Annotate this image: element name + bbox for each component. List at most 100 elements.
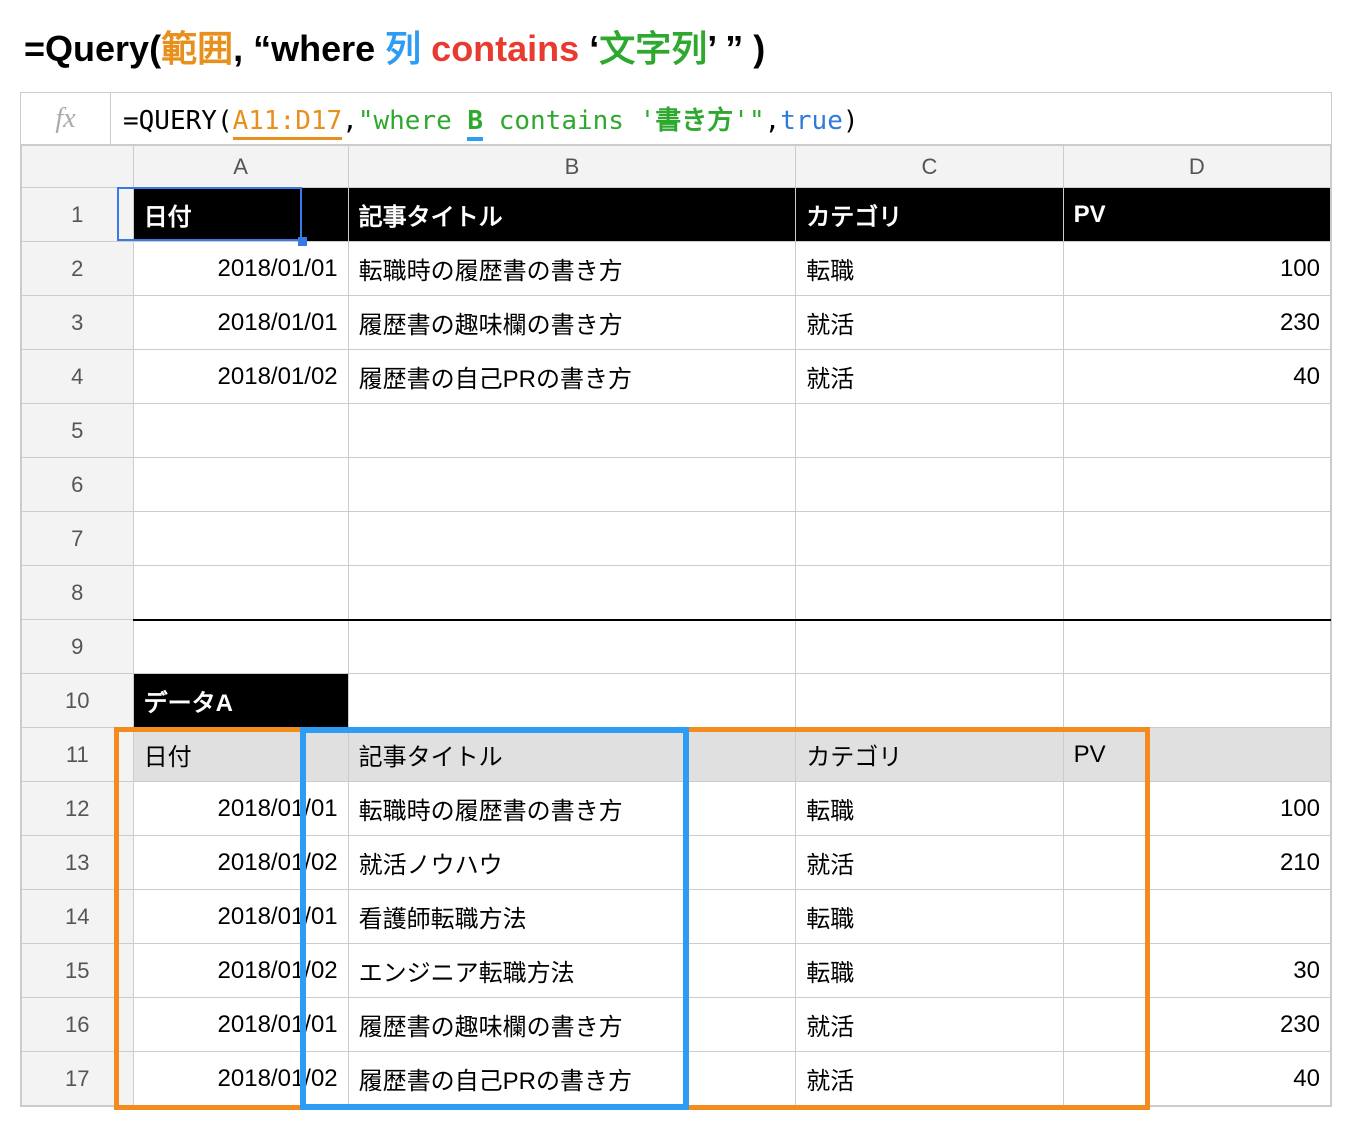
col-header-c[interactable]: C — [796, 146, 1063, 188]
cell[interactable]: 2018/01/02 — [133, 944, 348, 998]
cell[interactable]: エンジニア転職方法 — [348, 944, 796, 998]
row-header[interactable]: 2 — [22, 242, 134, 296]
cell[interactable]: 就活 — [796, 350, 1063, 404]
row-header[interactable]: 5 — [22, 404, 134, 458]
cell[interactable]: 2018/01/02 — [133, 1052, 348, 1106]
cell[interactable]: PV — [1063, 188, 1330, 242]
cell[interactable]: 履歴書の自己PRの書き方 — [348, 350, 796, 404]
col-header-d[interactable]: D — [1063, 146, 1330, 188]
cell[interactable] — [133, 620, 348, 674]
cell[interactable] — [1063, 890, 1330, 944]
cell[interactable]: 履歴書の自己PRの書き方 — [348, 1052, 796, 1106]
cell[interactable] — [348, 458, 796, 512]
page-title: =Query(範囲, “where 列 contains ‘文字列’ ” ) — [20, 20, 1332, 72]
cell[interactable]: 2018/01/01 — [133, 242, 348, 296]
title-col: 列 — [385, 28, 421, 69]
cell[interactable]: 100 — [1063, 242, 1330, 296]
cell[interactable] — [1063, 512, 1330, 566]
cell[interactable] — [348, 674, 796, 728]
cell[interactable] — [796, 512, 1063, 566]
row-header[interactable]: 14 — [22, 890, 134, 944]
cell[interactable] — [133, 404, 348, 458]
row-header[interactable]: 3 — [22, 296, 134, 350]
cell[interactable]: 2018/01/02 — [133, 836, 348, 890]
cell[interactable] — [348, 404, 796, 458]
cell[interactable]: カテゴリ — [796, 188, 1063, 242]
cell[interactable]: 転職 — [796, 242, 1063, 296]
cell[interactable] — [1063, 620, 1330, 674]
cell[interactable] — [1063, 458, 1330, 512]
cell[interactable]: 2018/01/01 — [133, 296, 348, 350]
col-header-b[interactable]: B — [348, 146, 796, 188]
cell[interactable]: 210 — [1063, 836, 1330, 890]
title-prefix: =Query( — [24, 28, 161, 69]
cell[interactable] — [348, 512, 796, 566]
cell[interactable] — [796, 620, 1063, 674]
row-header[interactable]: 10 — [22, 674, 134, 728]
cell[interactable] — [1063, 674, 1330, 728]
cell[interactable]: 日付 — [133, 188, 348, 242]
cell[interactable]: 記事タイトル — [348, 728, 796, 782]
formula-range: A11:D17 — [233, 106, 343, 140]
row-header[interactable]: 1 — [22, 188, 134, 242]
title-range: 範囲 — [161, 28, 233, 69]
row-header[interactable]: 6 — [22, 458, 134, 512]
row-header[interactable]: 4 — [22, 350, 134, 404]
cell[interactable]: 履歴書の趣味欄の書き方 — [348, 296, 796, 350]
row-header[interactable]: 7 — [22, 512, 134, 566]
cell[interactable] — [796, 404, 1063, 458]
cell[interactable] — [348, 566, 796, 620]
cell[interactable] — [796, 674, 1063, 728]
cell[interactable]: 100 — [1063, 782, 1330, 836]
row-header[interactable]: 15 — [22, 944, 134, 998]
cell[interactable]: 看護師転職方法 — [348, 890, 796, 944]
row-header[interactable]: 8 — [22, 566, 134, 620]
row-header[interactable]: 12 — [22, 782, 134, 836]
cell[interactable]: 履歴書の趣味欄の書き方 — [348, 998, 796, 1052]
cell[interactable]: 2018/01/01 — [133, 890, 348, 944]
cell[interactable]: 就活 — [796, 836, 1063, 890]
cell[interactable]: 40 — [1063, 1052, 1330, 1106]
cell[interactable]: 2018/01/02 — [133, 350, 348, 404]
cell[interactable]: 記事タイトル — [348, 188, 796, 242]
corner-cell[interactable] — [22, 146, 134, 188]
cell[interactable]: 日付 — [133, 728, 348, 782]
cell[interactable]: 就活 — [796, 998, 1063, 1052]
cell[interactable] — [133, 566, 348, 620]
cell[interactable]: 230 — [1063, 296, 1330, 350]
cell[interactable]: 230 — [1063, 998, 1330, 1052]
cell[interactable] — [796, 566, 1063, 620]
formula-bar: fx =QUERY(A11:D17,"where B contains '書き方… — [21, 93, 1331, 145]
col-header-a[interactable]: A — [133, 146, 348, 188]
cell-block-label[interactable]: データA — [133, 674, 348, 728]
cell[interactable]: カテゴリ — [796, 728, 1063, 782]
formula-input[interactable]: =QUERY(A11:D17,"where B contains '書き方'",… — [111, 100, 859, 137]
cell[interactable] — [796, 458, 1063, 512]
cell[interactable]: 就活 — [796, 1052, 1063, 1106]
row-header[interactable]: 11 — [22, 728, 134, 782]
cell[interactable]: 転職時の履歴書の書き方 — [348, 782, 796, 836]
cell[interactable] — [1063, 404, 1330, 458]
row-header[interactable]: 17 — [22, 1052, 134, 1106]
row-header[interactable]: 13 — [22, 836, 134, 890]
sheet-grid[interactable]: A B C D 1 日付 記事タイトル カテゴリ PV 2 2018/01/01… — [21, 145, 1331, 1106]
title-sep: , “ — [233, 28, 271, 69]
fx-icon[interactable]: fx — [21, 93, 111, 144]
cell[interactable]: 転職 — [796, 890, 1063, 944]
cell[interactable]: PV — [1063, 728, 1330, 782]
row-header[interactable]: 9 — [22, 620, 134, 674]
cell[interactable]: 転職時の履歴書の書き方 — [348, 242, 796, 296]
cell[interactable]: 40 — [1063, 350, 1330, 404]
cell[interactable]: 2018/01/01 — [133, 782, 348, 836]
cell[interactable]: 30 — [1063, 944, 1330, 998]
cell[interactable]: 就活 — [796, 296, 1063, 350]
cell[interactable] — [348, 620, 796, 674]
cell[interactable]: 転職 — [796, 944, 1063, 998]
cell[interactable]: 就活ノウハウ — [348, 836, 796, 890]
cell[interactable] — [1063, 566, 1330, 620]
row-header[interactable]: 16 — [22, 998, 134, 1052]
cell[interactable] — [133, 512, 348, 566]
cell[interactable]: 転職 — [796, 782, 1063, 836]
cell[interactable] — [133, 458, 348, 512]
cell[interactable]: 2018/01/01 — [133, 998, 348, 1052]
